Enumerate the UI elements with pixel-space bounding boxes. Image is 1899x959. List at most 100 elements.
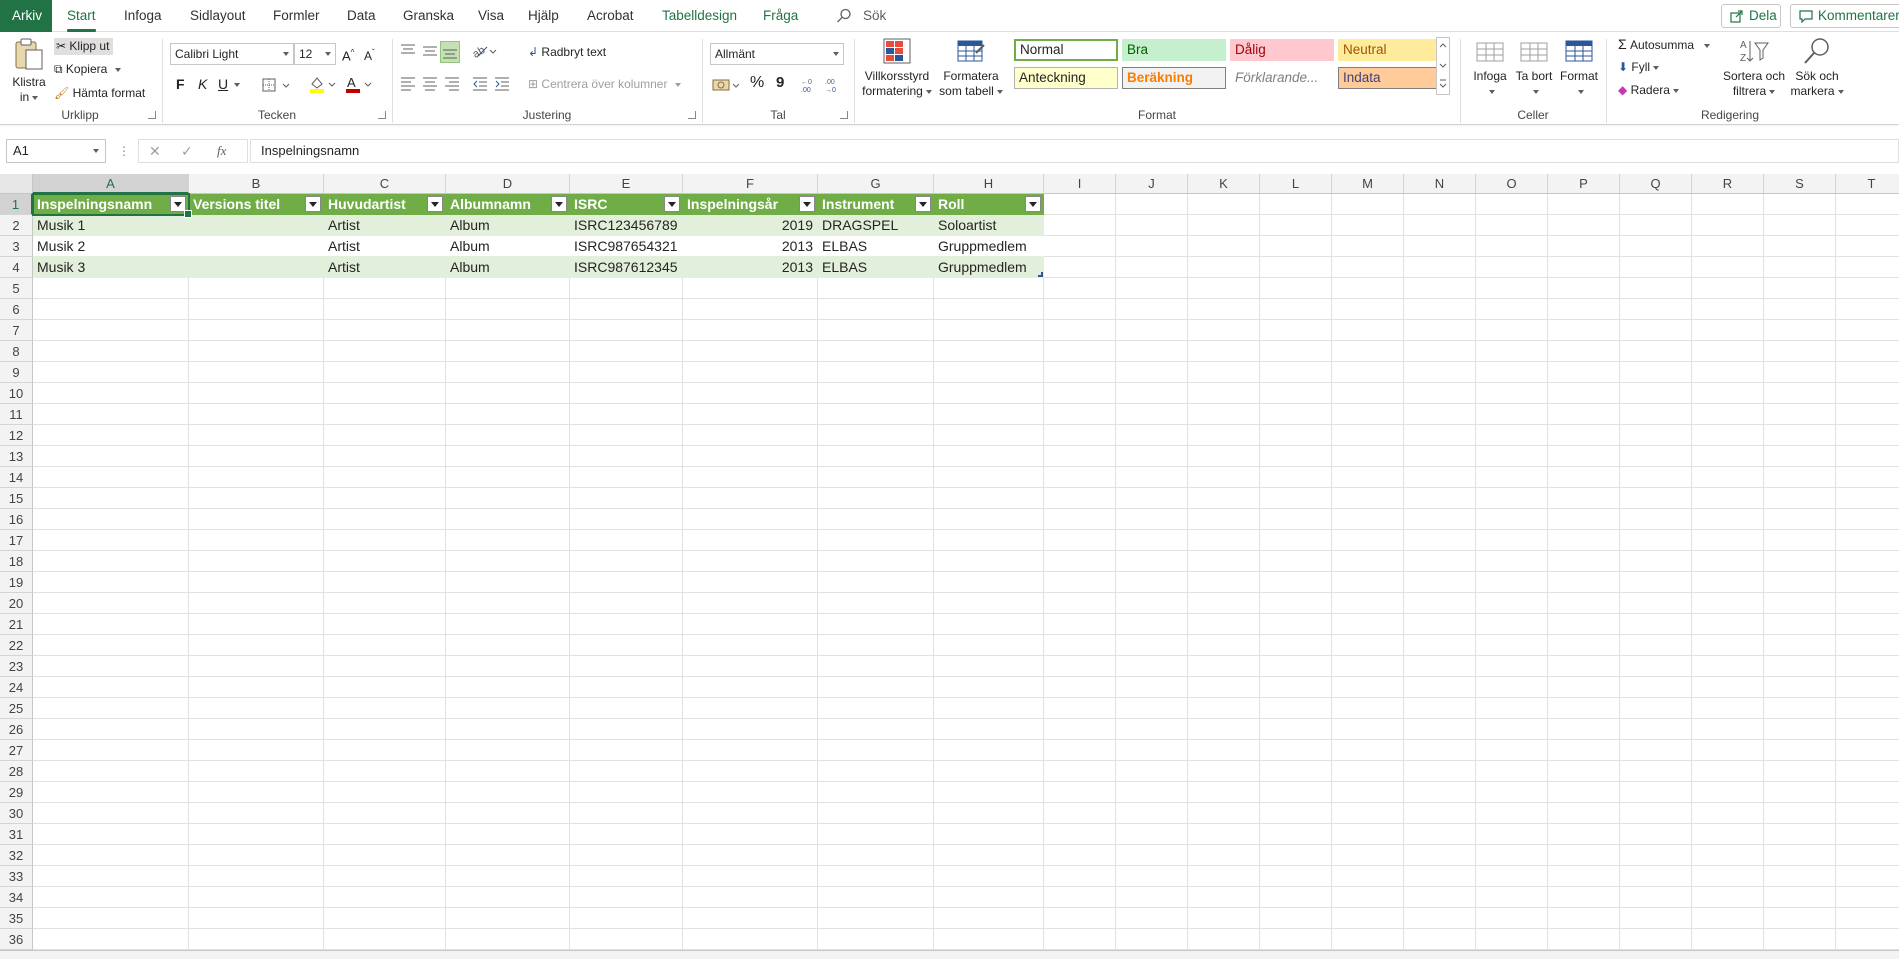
cell-f19[interactable]	[683, 572, 818, 593]
table-cell[interactable]	[189, 215, 324, 236]
cell-h28[interactable]	[934, 761, 1044, 782]
column-header-j[interactable]: J	[1116, 174, 1188, 194]
tab-hjalp[interactable]: Hjälp	[528, 0, 559, 32]
cell-b33[interactable]	[189, 866, 324, 887]
cell-t34[interactable]	[1836, 887, 1899, 908]
cell-t35[interactable]	[1836, 908, 1899, 929]
cell-o13[interactable]	[1476, 446, 1548, 467]
cell-f29[interactable]	[683, 782, 818, 803]
cell-j20[interactable]	[1116, 593, 1188, 614]
row-header-27[interactable]: 27	[0, 740, 33, 761]
cell-c11[interactable]	[324, 404, 446, 425]
cell-t24[interactable]	[1836, 677, 1899, 698]
cell-p21[interactable]	[1548, 614, 1620, 635]
cell-r4[interactable]	[1692, 257, 1764, 278]
cell-f10[interactable]	[683, 383, 818, 404]
cell-m16[interactable]	[1332, 509, 1404, 530]
cell-l21[interactable]	[1260, 614, 1332, 635]
cell-m21[interactable]	[1332, 614, 1404, 635]
cell-s5[interactable]	[1764, 278, 1836, 299]
cell-a7[interactable]	[33, 320, 189, 341]
cell-j30[interactable]	[1116, 803, 1188, 824]
cell-i5[interactable]	[1044, 278, 1116, 299]
tab-formler[interactable]: Formler	[273, 0, 320, 32]
cell-q4[interactable]	[1620, 257, 1692, 278]
row-header-26[interactable]: 26	[0, 719, 33, 740]
cell-j24[interactable]	[1116, 677, 1188, 698]
cell-i36[interactable]	[1044, 929, 1116, 950]
cell-t26[interactable]	[1836, 719, 1899, 740]
cell-r6[interactable]	[1692, 299, 1764, 320]
borders-icon[interactable]	[262, 77, 292, 96]
cell-i12[interactable]	[1044, 425, 1116, 446]
cell-j13[interactable]	[1116, 446, 1188, 467]
cell-h21[interactable]	[934, 614, 1044, 635]
table-header-cell[interactable]: Roll	[934, 194, 1044, 215]
cell-n4[interactable]	[1404, 257, 1476, 278]
row-header-35[interactable]: 35	[0, 908, 33, 929]
cell-g29[interactable]	[818, 782, 934, 803]
cell-l4[interactable]	[1260, 257, 1332, 278]
cell-m14[interactable]	[1332, 467, 1404, 488]
cell-r3[interactable]	[1692, 236, 1764, 257]
cell-d7[interactable]	[446, 320, 570, 341]
cell-b21[interactable]	[189, 614, 324, 635]
cell-k17[interactable]	[1188, 530, 1260, 551]
align-right-icon[interactable]	[444, 75, 460, 94]
cell-e8[interactable]	[570, 341, 683, 362]
cell-q8[interactable]	[1620, 341, 1692, 362]
cell-c12[interactable]	[324, 425, 446, 446]
cell-m30[interactable]	[1332, 803, 1404, 824]
cell-i28[interactable]	[1044, 761, 1116, 782]
cell-j8[interactable]	[1116, 341, 1188, 362]
style-bra[interactable]: Bra	[1122, 39, 1226, 61]
cell-o16[interactable]	[1476, 509, 1548, 530]
cell-s13[interactable]	[1764, 446, 1836, 467]
cell-i3[interactable]	[1044, 236, 1116, 257]
cell-c34[interactable]	[324, 887, 446, 908]
row-header-29[interactable]: 29	[0, 782, 33, 803]
cell-p4[interactable]	[1548, 257, 1620, 278]
cell-l8[interactable]	[1260, 341, 1332, 362]
format-painter-button[interactable]: 🖌 Hämta format	[54, 86, 145, 101]
cell-i9[interactable]	[1044, 362, 1116, 383]
cell-q27[interactable]	[1620, 740, 1692, 761]
cell-m17[interactable]	[1332, 530, 1404, 551]
paste-button[interactable]: Klistra in	[6, 37, 52, 105]
cell-j3[interactable]	[1116, 236, 1188, 257]
cell-k15[interactable]	[1188, 488, 1260, 509]
cell-a21[interactable]	[33, 614, 189, 635]
cell-r10[interactable]	[1692, 383, 1764, 404]
cell-q14[interactable]	[1620, 467, 1692, 488]
cell-c36[interactable]	[324, 929, 446, 950]
cell-c8[interactable]	[324, 341, 446, 362]
cell-a35[interactable]	[33, 908, 189, 929]
cell-n17[interactable]	[1404, 530, 1476, 551]
cell-q18[interactable]	[1620, 551, 1692, 572]
cell-s32[interactable]	[1764, 845, 1836, 866]
cell-j33[interactable]	[1116, 866, 1188, 887]
cell-k35[interactable]	[1188, 908, 1260, 929]
cell-k21[interactable]	[1188, 614, 1260, 635]
grow-font-button[interactable]: A^	[342, 45, 354, 63]
cell-d17[interactable]	[446, 530, 570, 551]
cell-r27[interactable]	[1692, 740, 1764, 761]
column-header-d[interactable]: D	[446, 174, 570, 194]
format-as-table-button[interactable]: Formatera som tabell	[936, 37, 1006, 99]
cell-r13[interactable]	[1692, 446, 1764, 467]
cell-j19[interactable]	[1116, 572, 1188, 593]
filter-dropdown-icon[interactable]	[915, 196, 931, 212]
cell-b22[interactable]	[189, 635, 324, 656]
style-forklarande[interactable]: Förklarande...	[1230, 67, 1334, 89]
cell-p18[interactable]	[1548, 551, 1620, 572]
cell-e33[interactable]	[570, 866, 683, 887]
cell-g9[interactable]	[818, 362, 934, 383]
align-center-icon[interactable]	[422, 75, 438, 94]
cell-a34[interactable]	[33, 887, 189, 908]
cell-m18[interactable]	[1332, 551, 1404, 572]
underline-button[interactable]: U	[218, 77, 241, 92]
cell-o15[interactable]	[1476, 488, 1548, 509]
cell-s17[interactable]	[1764, 530, 1836, 551]
cell-o27[interactable]	[1476, 740, 1548, 761]
cell-o10[interactable]	[1476, 383, 1548, 404]
